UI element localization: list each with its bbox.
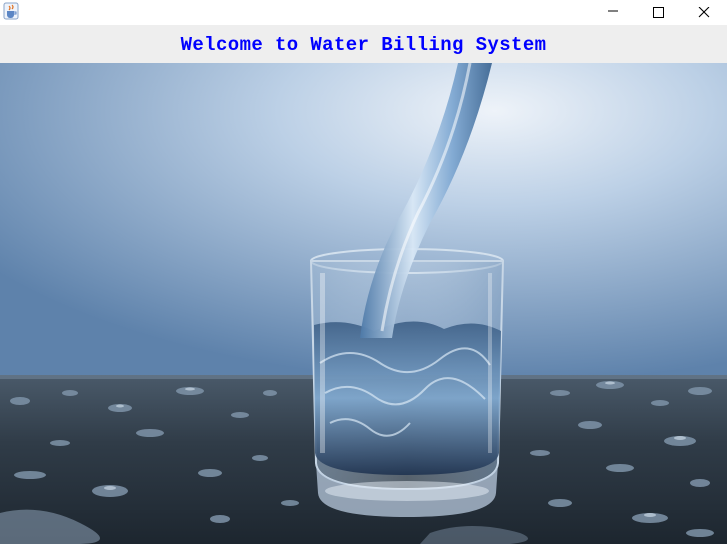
maximize-button[interactable] <box>635 0 681 25</box>
close-icon <box>698 7 710 18</box>
close-button[interactable] <box>681 0 727 25</box>
java-cup-icon <box>3 2 19 20</box>
maximize-icon <box>653 7 664 18</box>
minimize-button[interactable] <box>590 0 636 25</box>
welcome-title: Welcome to Water Billing System <box>180 34 547 56</box>
water-glass-illustration <box>0 62 727 544</box>
minimize-icon <box>608 10 618 12</box>
background-image <box>0 62 727 544</box>
window-titlebar[interactable] <box>0 0 727 25</box>
welcome-header: Welcome to Water Billing System <box>0 25 727 63</box>
